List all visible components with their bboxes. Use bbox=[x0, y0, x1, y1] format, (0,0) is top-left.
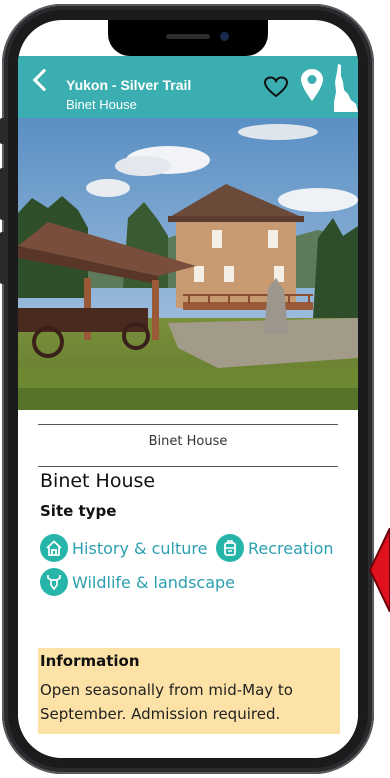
backpack-icon bbox=[216, 534, 244, 562]
tag-label: History & culture bbox=[72, 538, 208, 558]
information-heading: Information bbox=[40, 652, 140, 670]
photo-caption: Binet House bbox=[148, 434, 228, 449]
yukon-map-icon[interactable] bbox=[332, 62, 358, 112]
notch bbox=[108, 20, 268, 56]
tag-recreation[interactable]: Recreation bbox=[216, 534, 334, 562]
tag-label: Recreation bbox=[248, 538, 334, 558]
tag-history-culture[interactable]: History & culture bbox=[40, 534, 207, 562]
deer-icon bbox=[40, 568, 68, 596]
binet-house-photo bbox=[18, 118, 358, 410]
phone-screen: Yukon - Silver Trail Binet House Binet H… bbox=[18, 20, 358, 758]
map-pin-icon[interactable] bbox=[300, 68, 324, 102]
back-chevron-icon[interactable] bbox=[32, 68, 56, 92]
divider bbox=[38, 466, 338, 467]
photo-illustration bbox=[18, 118, 358, 410]
site-type-heading: Site type bbox=[40, 502, 117, 520]
house-icon bbox=[40, 534, 68, 562]
front-camera bbox=[220, 32, 229, 41]
header-titles: Yukon - Silver Trail Binet House bbox=[66, 76, 191, 114]
tag-label: Wildlife & landscape bbox=[72, 572, 236, 592]
red-arrow-marker bbox=[368, 528, 390, 612]
information-box: Information Open seasonally from mid-May… bbox=[38, 648, 340, 734]
phone-frame: Yukon - Silver Trail Binet House Binet H… bbox=[0, 0, 390, 778]
mute-switch bbox=[0, 118, 5, 144]
divider bbox=[38, 424, 338, 425]
tag-wildlife-landscape[interactable]: Wildlife & landscape bbox=[40, 568, 235, 596]
speaker bbox=[166, 34, 210, 39]
site-name: Binet House bbox=[40, 470, 156, 492]
volume-up-button bbox=[0, 168, 5, 220]
site-details: Binet House Binet House Site type Histor… bbox=[18, 410, 358, 758]
information-text: Open seasonally from mid-May to Septembe… bbox=[40, 681, 293, 723]
heart-icon[interactable] bbox=[264, 76, 288, 98]
volume-down-button bbox=[0, 232, 5, 284]
app-header: Yukon - Silver Trail Binet House bbox=[18, 56, 358, 118]
header-subtitle: Binet House bbox=[66, 97, 137, 112]
header-title: Yukon - Silver Trail bbox=[66, 77, 192, 93]
